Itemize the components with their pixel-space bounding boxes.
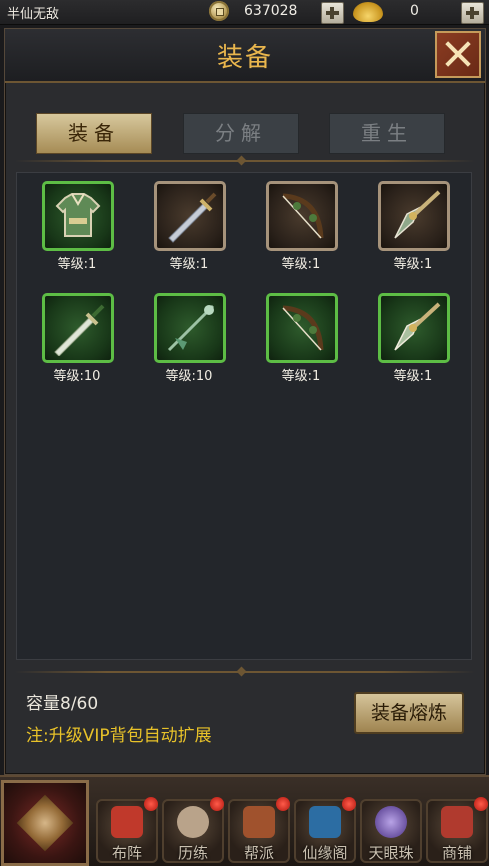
nav-label: 商铺	[441, 844, 472, 862]
item-slot[interactable]: 等级:1	[368, 181, 458, 281]
item-level: 等级:1	[169, 257, 209, 272]
add-copper-button[interactable]	[321, 2, 344, 24]
item-frame	[378, 293, 450, 363]
notification-dot	[474, 797, 488, 811]
spear-icon	[394, 302, 441, 351]
add-ingot-button[interactable]	[461, 2, 484, 24]
notification-dot	[276, 797, 290, 811]
item-frame	[378, 181, 450, 251]
smelt-equipment-button[interactable]: 装备熔炼	[354, 692, 464, 734]
item-slot[interactable]: 等级:1	[368, 293, 458, 393]
nav-fate-pavilion[interactable]: 仙缘阁	[294, 797, 356, 863]
copper-coin-icon	[209, 1, 229, 21]
tab-equipment[interactable]: 装备	[36, 113, 152, 154]
inventory-grid: 等级:1 等级:1 等级:1 等级:1 等级:10 等级:10 等级:1 等级:…	[16, 172, 472, 660]
bow-icon	[282, 193, 324, 239]
bottom-nav: 布阵 历练 帮派 仙缘阁 天眼珠 商铺	[0, 775, 489, 866]
vip-expand-note: 注:升级VIP背包自动扩展	[26, 726, 212, 746]
close-button[interactable]	[435, 31, 481, 78]
nav-sky-eye-orb[interactable]: 天眼珠	[360, 799, 422, 863]
item-level: 等级:1	[281, 257, 321, 272]
item-level: 等级:1	[393, 257, 433, 272]
gold-ingot-icon	[353, 2, 383, 22]
banner-icon	[243, 806, 275, 838]
spear-icon	[394, 190, 441, 239]
window-title-bar: 装备	[5, 29, 485, 83]
divider-ornament	[236, 666, 247, 677]
staff-icon	[167, 304, 215, 352]
item-slot[interactable]: 等级:10	[32, 293, 122, 393]
nav-shop[interactable]: 商铺	[426, 797, 488, 863]
formation-icon	[111, 806, 143, 838]
copper-value: 637028	[244, 3, 298, 19]
item-level: 等级:10	[165, 369, 213, 384]
main-menu-emblem-icon[interactable]	[1, 780, 89, 866]
item-slot[interactable]: 等级:1	[144, 181, 234, 281]
nav-label: 天眼珠	[368, 844, 414, 862]
player-name: 半仙无敌	[7, 7, 60, 22]
ingot-value: 0	[410, 3, 419, 19]
divider-ornament	[236, 155, 247, 166]
bag-capacity: 容量8/60	[26, 694, 99, 714]
nav-label: 历练	[177, 844, 208, 862]
item-slot[interactable]: 等级:1	[32, 181, 122, 281]
window-title: 装备	[216, 43, 273, 73]
equipment-window: 装备 装备 分解 重生 等级:1 等级:1 等级:1 等级:1 等级:10 等级…	[4, 28, 486, 775]
item-frame	[154, 293, 226, 363]
item-frame	[266, 293, 338, 363]
item-level: 等级:10	[53, 369, 101, 384]
nav-label: 布阵	[111, 844, 142, 862]
item-frame	[266, 181, 338, 251]
currency-bar: 半仙无敌 637028 0	[0, 0, 489, 25]
tab-decompose[interactable]: 分解	[183, 113, 299, 154]
nav-formation[interactable]: 布阵	[96, 797, 158, 863]
pavilion-icon	[309, 806, 341, 838]
item-level: 等级:1	[281, 369, 321, 384]
item-frame	[154, 181, 226, 251]
sword-icon	[168, 192, 217, 243]
orb-icon	[375, 806, 407, 838]
nav-label: 帮派	[243, 844, 274, 862]
notification-dot	[342, 797, 356, 811]
armor-icon	[55, 193, 101, 237]
notification-dot	[144, 797, 158, 811]
item-level: 等级:1	[57, 257, 97, 272]
tab-rebirth[interactable]: 重生	[329, 113, 445, 154]
item-slot[interactable]: 等级:1	[256, 293, 346, 393]
nav-guild[interactable]: 帮派	[228, 797, 290, 863]
item-frame	[42, 181, 114, 251]
nav-training[interactable]: 历练	[162, 797, 224, 863]
item-slot[interactable]: 等级:10	[144, 293, 234, 393]
item-slot[interactable]: 等级:1	[256, 181, 346, 281]
sword-icon	[54, 304, 105, 356]
item-frame	[42, 293, 114, 363]
item-level: 等级:1	[393, 369, 433, 384]
bow-icon	[282, 305, 324, 351]
nav-label: 仙缘阁	[302, 844, 348, 862]
notification-dot	[210, 797, 224, 811]
shop-icon	[441, 806, 473, 838]
gourd-icon	[177, 806, 209, 838]
